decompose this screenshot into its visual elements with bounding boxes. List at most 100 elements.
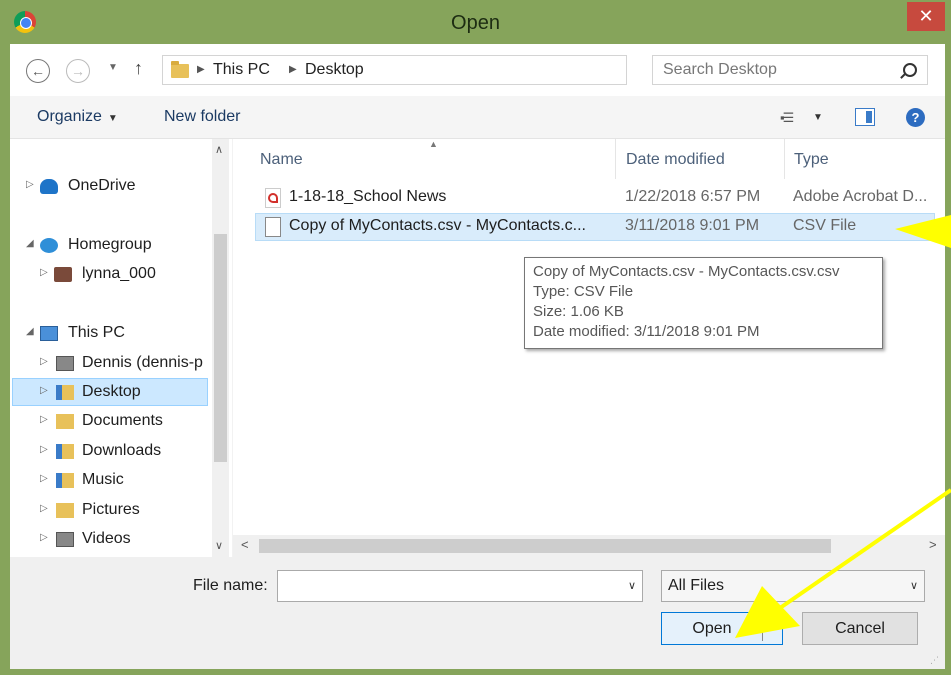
tooltip-filename: Copy of MyContacts.csv - MyContacts.csv.… (533, 263, 840, 280)
expand-arrow-icon[interactable]: ▷ (40, 414, 48, 425)
resize-grip-icon[interactable]: ⋰ (930, 655, 939, 666)
file-date: 1/22/2018 6:57 PM (625, 188, 761, 205)
back-button[interactable]: ← (26, 59, 50, 83)
help-icon[interactable]: ? (906, 108, 925, 127)
column-header-name[interactable]: Name (260, 151, 303, 169)
expand-arrow-icon[interactable]: ▷ (40, 356, 48, 367)
open-button[interactable]: Open ▼ (661, 612, 783, 645)
expand-arrow-icon[interactable]: ▷ (40, 385, 48, 396)
new-folder-button[interactable]: New folder (164, 108, 240, 126)
nav-label: Documents (82, 412, 163, 429)
title-bar: Open ✕ (0, 0, 951, 44)
file-list-pane: ▲ Name Date modified Type 1-18-18_School… (233, 139, 945, 557)
view-options-chevron-icon[interactable]: ▼ (813, 112, 823, 123)
nav-label: Dennis (dennis-p (82, 354, 203, 371)
expand-arrow-icon[interactable]: ▷ (26, 179, 34, 190)
nav-scrollbar[interactable]: ∧ ∨ (212, 139, 229, 557)
breadcrumb-desktop[interactable]: Desktop (305, 61, 364, 79)
expand-arrow-icon[interactable]: ▷ (40, 503, 48, 514)
address-row: ← → ▼ ↑ ▶ This PC ▶ Desktop ∨ ↻ Search D… (10, 44, 945, 96)
nav-item-music[interactable]: ▷ Music (10, 466, 232, 495)
open-button-label: Open (692, 620, 732, 637)
file-list-horizontal-scrollbar[interactable]: < > (233, 535, 945, 557)
search-box[interactable]: Search Desktop (652, 55, 928, 85)
scroll-thumb[interactable] (214, 234, 227, 462)
collapse-arrow-icon[interactable]: ◢ (26, 326, 34, 337)
downloads-folder-icon (56, 444, 74, 459)
nav-label: lynna_000 (82, 265, 156, 282)
scroll-left-icon[interactable]: < (241, 537, 249, 552)
nav-item-onedrive[interactable]: ▷ OneDrive (10, 172, 232, 201)
search-placeholder: Search Desktop (663, 61, 777, 78)
recent-locations-chevron-icon[interactable]: ▼ (108, 62, 118, 73)
network-drive-icon (56, 356, 74, 371)
file-type: Adobe Acrobat D... (793, 188, 928, 205)
nav-item-homegroup[interactable]: ◢ Homegroup (10, 231, 232, 260)
file-type-filter-value: All Files (668, 577, 725, 594)
cancel-button[interactable]: Cancel (802, 612, 918, 645)
document-icon (265, 217, 281, 237)
file-name: Copy of MyContacts.csv - MyContacts.c... (289, 217, 586, 234)
column-header-date-modified[interactable]: Date modified (626, 151, 725, 169)
close-button[interactable]: ✕ (907, 2, 945, 31)
open-options-chevron-icon[interactable]: ▼ (768, 622, 778, 633)
command-toolbar: Organize ▼ New folder ▪☰ ▼ ? (10, 96, 945, 139)
split-divider (762, 617, 763, 641)
nav-item-desktop[interactable]: ▷ Desktop (10, 378, 232, 407)
file-row[interactable]: 1-18-18_School News 1/22/2018 6:57 PM Ad… (255, 184, 945, 212)
sort-ascending-icon: ▲ (429, 139, 438, 149)
chevron-down-icon: ▼ (107, 113, 118, 124)
expand-arrow-icon[interactable]: ▷ (40, 473, 48, 484)
organize-button[interactable]: Organize ▼ (37, 108, 118, 126)
desktop-folder-icon (56, 385, 74, 400)
file-name: 1-18-18_School News (289, 188, 447, 205)
nav-item-lynna[interactable]: ▷ lynna_000 (10, 260, 232, 289)
chevron-down-icon[interactable]: ∨ (910, 579, 918, 592)
collapse-arrow-icon[interactable]: ◢ (26, 238, 34, 249)
videos-folder-icon (56, 532, 74, 547)
forward-button[interactable]: → (66, 59, 90, 83)
nav-label: OneDrive (68, 177, 136, 194)
file-name-label: File name: (193, 577, 268, 594)
column-header-type[interactable]: Type (794, 151, 829, 169)
music-folder-icon (56, 473, 74, 488)
nav-label: Pictures (82, 501, 140, 518)
nav-item-this-pc[interactable]: ◢ This PC (10, 319, 232, 348)
file-type-filter[interactable]: All Files ∨ (661, 570, 925, 602)
breadcrumb-this-pc[interactable]: This PC (213, 61, 270, 79)
scroll-down-icon[interactable]: ∨ (215, 539, 223, 552)
pdf-icon (265, 188, 281, 208)
computer-icon (40, 326, 58, 341)
breadcrumb-separator-icon: ▶ (289, 64, 297, 75)
expand-arrow-icon[interactable]: ▷ (40, 444, 48, 455)
nav-label: This PC (68, 324, 125, 341)
folder-icon (171, 61, 189, 78)
nav-label: Music (82, 471, 124, 488)
nav-label: Desktop (82, 383, 141, 400)
column-divider[interactable] (615, 139, 616, 179)
address-bar[interactable]: ▶ This PC ▶ Desktop ∨ ↻ (162, 55, 771, 85)
onedrive-icon (40, 179, 58, 194)
nav-item-documents[interactable]: ▷ Documents (10, 407, 232, 436)
scroll-up-icon[interactable]: ∧ (215, 143, 223, 156)
expand-arrow-icon[interactable]: ▷ (40, 267, 48, 278)
nav-item-network-drive[interactable]: ▷ Dennis (dennis-p (10, 349, 232, 378)
change-view-icon[interactable]: ▪☰ (780, 110, 794, 126)
nav-label: Videos (82, 530, 131, 547)
nav-item-pictures[interactable]: ▷ Pictures (10, 496, 232, 525)
file-name-input[interactable]: ∨ (277, 570, 643, 602)
dialog-client: ← → ▼ ↑ ▶ This PC ▶ Desktop ∨ ↻ Search D… (10, 44, 945, 669)
up-arrow-icon[interactable]: ↑ (134, 58, 143, 79)
chevron-down-icon[interactable]: ∨ (628, 579, 636, 592)
scroll-thumb[interactable] (259, 539, 831, 553)
nav-item-downloads[interactable]: ▷ Downloads (10, 437, 232, 466)
nav-item-videos[interactable]: ▷ Videos (10, 525, 232, 554)
preview-pane-icon[interactable] (855, 108, 875, 126)
scroll-right-icon[interactable]: > (929, 537, 937, 552)
search-icon[interactable] (903, 63, 917, 77)
nav-label: Homegroup (68, 236, 152, 253)
expand-arrow-icon[interactable]: ▷ (40, 532, 48, 543)
column-divider[interactable] (784, 139, 785, 179)
breadcrumb-separator-icon: ▶ (197, 64, 205, 75)
file-row-selected[interactable]: Copy of MyContacts.csv - MyContacts.c...… (255, 213, 945, 241)
